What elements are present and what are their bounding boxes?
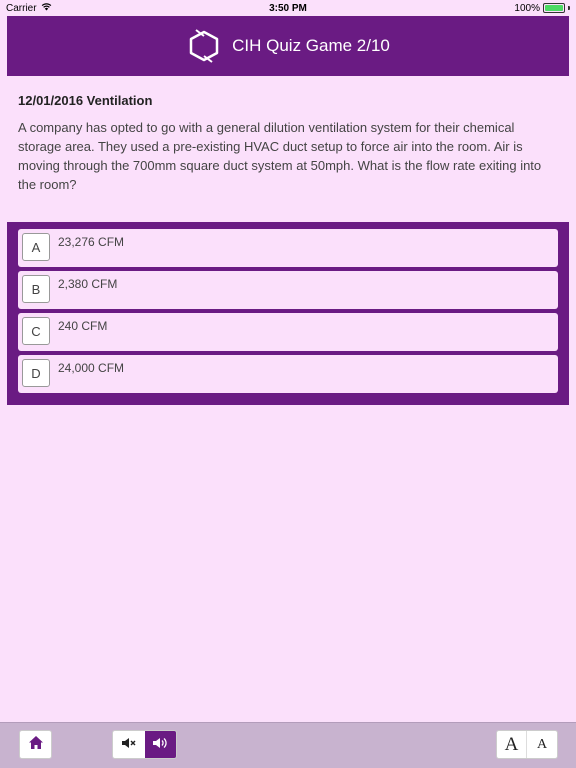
speaker-on-icon bbox=[152, 736, 168, 754]
font-size-controls: A A bbox=[496, 730, 558, 759]
sound-toggle bbox=[112, 730, 177, 759]
bottom-toolbar: A A bbox=[0, 722, 576, 768]
home-button[interactable] bbox=[19, 730, 52, 759]
answer-text: 23,276 CFM bbox=[58, 235, 125, 249]
question-text: A company has opted to go with a general… bbox=[18, 120, 542, 192]
battery-icon bbox=[543, 3, 565, 13]
app-header: CIH Quiz Game 2/10 bbox=[7, 16, 569, 76]
answer-option-d[interactable]: D 24,000 CFM bbox=[18, 355, 558, 393]
answer-option-b[interactable]: B 2,380 CFM bbox=[18, 271, 558, 309]
answer-option-c[interactable]: C 240 CFM bbox=[18, 313, 558, 351]
status-time: 3:50 PM bbox=[269, 2, 307, 14]
answer-text: 240 CFM bbox=[58, 319, 108, 333]
wifi-icon bbox=[41, 2, 52, 14]
hexagon-logo-icon bbox=[186, 28, 222, 64]
mute-button[interactable] bbox=[113, 731, 145, 758]
answer-letter: A bbox=[22, 233, 50, 261]
status-right: 100% bbox=[514, 3, 570, 14]
home-icon bbox=[28, 735, 44, 755]
answer-option-a[interactable]: A 23,276 CFM bbox=[18, 229, 558, 267]
answer-letter: C bbox=[22, 317, 50, 345]
status-left: Carrier bbox=[6, 2, 52, 14]
question-heading: 12/01/2016 Ventilation bbox=[18, 93, 153, 108]
battery-percent: 100% bbox=[514, 2, 540, 14]
answers-panel: A 23,276 CFM B 2,380 CFM C 240 CFM D 24,… bbox=[7, 222, 569, 405]
answer-letter: B bbox=[22, 275, 50, 303]
carrier-label: Carrier bbox=[6, 2, 37, 14]
answer-text: 24,000 CFM bbox=[58, 361, 125, 375]
status-bar: Carrier 3:50 PM 100% bbox=[0, 0, 576, 16]
page-title: CIH Quiz Game 2/10 bbox=[232, 36, 390, 55]
answer-letter: D bbox=[22, 359, 50, 387]
decrease-font-button[interactable]: A bbox=[527, 731, 557, 758]
speaker-mute-icon bbox=[121, 736, 137, 754]
increase-font-button[interactable]: A bbox=[497, 731, 528, 758]
battery-cap bbox=[568, 6, 570, 10]
answer-text: 2,380 CFM bbox=[58, 277, 118, 291]
sound-on-button[interactable] bbox=[144, 731, 176, 758]
